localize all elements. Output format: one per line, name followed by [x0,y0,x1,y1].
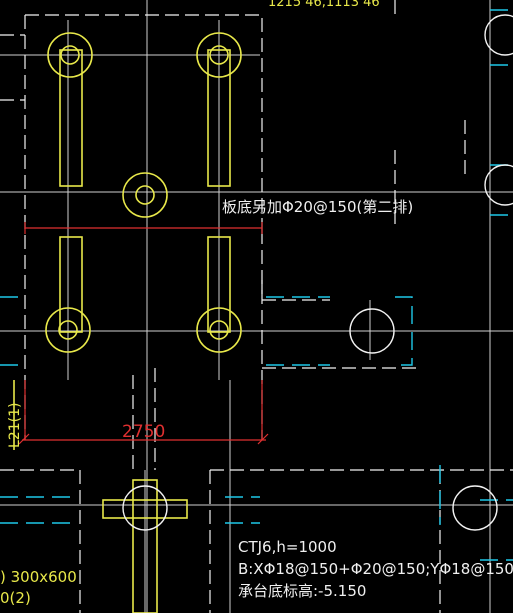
beam-side-label: L21(1) [7,403,23,448]
grid-axes [0,0,513,613]
beam-outline [261,280,420,369]
pile [484,164,513,206]
dimension-tick [257,433,269,445]
rebar-note-label: 板底另加Φ20@150(第二排) [222,198,413,216]
rebar-strip [59,49,83,187]
pile [484,14,513,56]
left-beam-rebar-label: 0(2) [0,589,31,607]
beam-outline [132,368,156,470]
cyan-walls [0,9,513,561]
wall-line [0,496,70,524]
cap-rebar-label: B:XΦ18@150+Φ20@150;YΦ18@150 [238,560,513,578]
dimension-value-label: 2750 [122,422,165,442]
cap-name-label: CTJ6,h=1000 [238,538,337,556]
pile [122,172,168,218]
cad-drawing-canvas[interactable]: 1215 46,1113 46 板底另加Φ20@150(第二排) 2750 L2… [0,0,513,613]
top-cut-label: 1215 46,1113 46 [268,0,380,10]
left-beam-size-label: ) 300x600 [0,568,77,586]
wall-line [490,164,513,216]
piles [45,14,513,531]
beam-outline [0,34,25,101]
cap-outline [0,0,513,613]
rebar-strip [59,236,83,333]
cap-elevation-label: 承台底标高:-5.150 [238,582,366,600]
pile-cap-plan-drawing: 1215 46,1113 46 板底另加Φ20@150(第二排) 2750 L2… [0,0,513,613]
